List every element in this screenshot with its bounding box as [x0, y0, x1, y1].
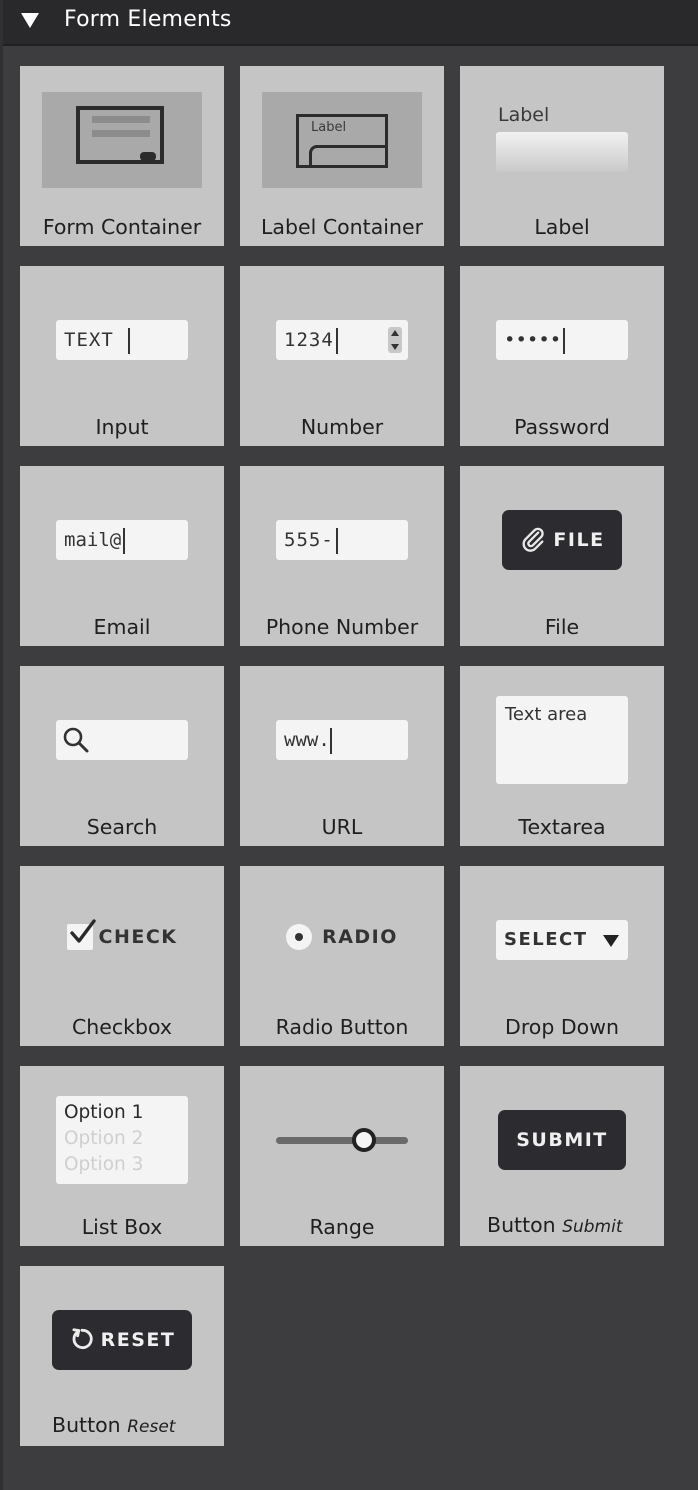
text-caret-icon — [335, 327, 338, 354]
email-preview-field: mail@ — [56, 520, 188, 560]
file-preview-button: FILE — [502, 510, 622, 570]
reset-preview-button: RESET — [52, 1310, 192, 1370]
url-preview-field: www. — [276, 720, 408, 760]
phone-preview-field: 555- — [276, 520, 408, 560]
tile-label: Label Container — [261, 215, 423, 239]
tile-label: Form Container — [42, 215, 202, 239]
radio-selected-icon — [286, 924, 313, 950]
tile-label-main: Button — [487, 1213, 556, 1237]
label-preview-field — [496, 132, 628, 172]
tile-search[interactable]: Search — [20, 666, 224, 846]
tile-url[interactable]: www. URL — [240, 666, 444, 846]
number-preview-text: 1234 — [284, 329, 334, 351]
tile-label: URL — [321, 815, 363, 839]
tile-label-container[interactable]: Label Label Container — [240, 66, 444, 246]
tile-label-variant: Reset — [127, 1417, 176, 1437]
tile-label: Range — [309, 1215, 375, 1239]
tile-label: Phone Number — [265, 615, 419, 639]
tile-button-submit[interactable]: SUBMIT Button Submit — [460, 1066, 664, 1246]
tile-checkbox[interactable]: CHECK Checkbox — [20, 866, 224, 1046]
tile-label: Password — [514, 415, 610, 439]
label-container-preview-text: Label — [311, 120, 347, 135]
tile-drop-down[interactable]: SELECT Drop Down — [460, 866, 664, 1046]
tile-label: Search — [86, 815, 158, 839]
reset-preview-text: RESET — [100, 1329, 176, 1351]
panel-title: Form Elements — [64, 7, 232, 32]
tile-label: Number — [300, 415, 384, 439]
tile-radio-button[interactable]: RADIO Radio Button — [240, 866, 444, 1046]
tile-label: Button Reset — [52, 1412, 224, 1440]
range-track — [276, 1137, 408, 1144]
textarea-preview-text: Text area — [505, 704, 588, 725]
tile-label: Button Submit — [487, 1212, 664, 1240]
tile-label: Label — [534, 215, 590, 239]
input-preview-field: TEXT — [56, 320, 188, 360]
phone-preview-text: 555- — [284, 529, 334, 551]
reset-arrow-icon — [72, 1327, 93, 1349]
submit-preview-text: SUBMIT — [516, 1129, 608, 1151]
spinner-arrows-icon — [388, 327, 402, 353]
tile-list-box[interactable]: Option 1 Option 2 Option 3 List Box — [20, 1066, 224, 1246]
label-preview-text: Label — [498, 104, 550, 126]
submit-preview-button: SUBMIT — [498, 1110, 626, 1170]
tile-form-container[interactable]: Form Container — [20, 66, 224, 246]
label-container-icon: Label — [262, 92, 422, 188]
tile-label: File — [544, 615, 580, 639]
password-preview-field: ••••• — [496, 320, 628, 360]
input-preview-text: TEXT — [64, 329, 114, 351]
email-preview-text: mail@ — [64, 529, 122, 551]
textarea-preview-field: Text area — [496, 696, 628, 784]
tile-label-variant: Submit — [562, 1217, 623, 1237]
tile-label: Checkbox — [71, 1015, 173, 1039]
tile-label-element[interactable]: Label Label — [460, 66, 664, 246]
tile-input[interactable]: TEXT Input — [20, 266, 224, 446]
range-thumb — [352, 1128, 377, 1152]
text-caret-icon — [128, 327, 131, 354]
text-caret-icon — [329, 727, 332, 754]
password-preview-dots: ••••• — [504, 329, 562, 351]
tile-number[interactable]: 1234 Number — [240, 266, 444, 446]
tile-label: Input — [95, 415, 149, 439]
text-caret-icon — [123, 527, 126, 554]
panel-left-edge — [0, 0, 3, 1490]
checkbox-checked-icon — [66, 919, 96, 950]
tile-phone-number[interactable]: 555- Phone Number — [240, 466, 444, 646]
paperclip-icon — [522, 527, 545, 552]
dropdown-arrow-icon — [603, 935, 619, 947]
form-container-icon — [42, 92, 202, 188]
url-preview-text: www. — [284, 729, 330, 751]
tile-label: Drop Down — [505, 1015, 619, 1039]
listbox-preview-field: Option 1 Option 2 Option 3 — [56, 1096, 188, 1184]
tile-label: Radio Button — [275, 1015, 409, 1039]
panel-header[interactable]: Form Elements — [3, 0, 698, 46]
select-preview-field: SELECT — [496, 920, 628, 960]
tile-range[interactable]: Range — [240, 1066, 444, 1246]
search-preview-field — [56, 720, 188, 760]
tile-label: Textarea — [518, 815, 606, 839]
radio-preview-text: RADIO — [322, 926, 398, 948]
tile-button-reset[interactable]: RESET Button Reset — [20, 1266, 224, 1446]
checkbox-preview-text: CHECK — [98, 926, 178, 948]
file-preview-text: FILE — [553, 529, 605, 551]
text-caret-icon — [563, 327, 566, 354]
tile-label: Email — [93, 615, 151, 639]
text-caret-icon — [335, 527, 338, 554]
collapse-triangle-icon[interactable] — [21, 13, 39, 28]
tile-label-main: Button — [52, 1413, 121, 1437]
listbox-option: Option 3 — [64, 1154, 144, 1175]
listbox-option: Option 1 — [64, 1102, 144, 1123]
tile-email[interactable]: mail@ Email — [20, 466, 224, 646]
tile-password[interactable]: ••••• Password — [460, 266, 664, 446]
number-preview-field: 1234 — [276, 320, 408, 360]
tile-textarea[interactable]: Text area Textarea — [460, 666, 664, 846]
select-preview-text: SELECT — [504, 929, 588, 950]
tile-label: List Box — [81, 1215, 163, 1239]
tile-file[interactable]: FILE File — [460, 466, 664, 646]
listbox-option: Option 2 — [64, 1128, 144, 1149]
search-icon — [63, 727, 89, 753]
